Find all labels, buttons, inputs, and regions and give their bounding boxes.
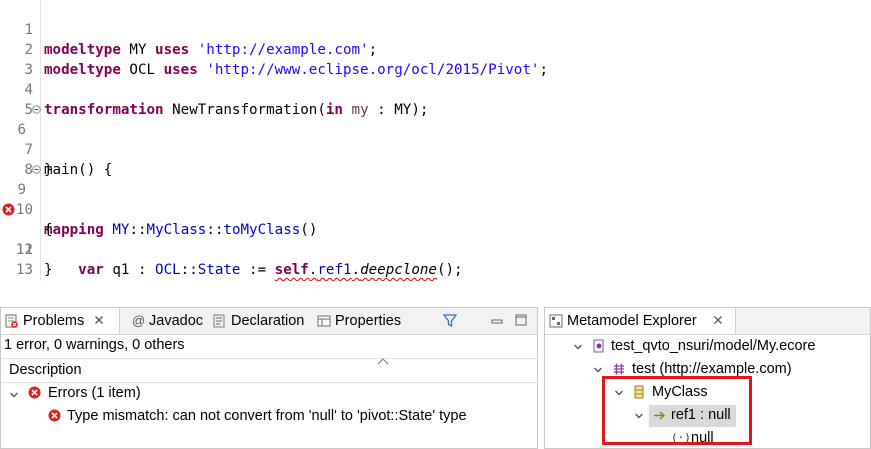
chevron-down-icon[interactable] <box>593 365 603 375</box>
tab-javadoc-label[interactable]: Javadoc <box>149 308 203 334</box>
minimize-icon[interactable] <box>490 314 504 328</box>
tab-metamodel-label[interactable]: Metamodel Explorer <box>567 308 697 334</box>
properties-icon <box>317 315 331 327</box>
problems-error-row[interactable]: Type mismatch: can not convert from 'nul… <box>1 406 537 428</box>
maximize-icon[interactable] <box>514 313 528 327</box>
tab-properties[interactable]: Properties <box>315 308 409 334</box>
tab-declaration-label[interactable]: Declaration <box>231 308 304 334</box>
problems-icon <box>5 314 18 328</box>
metamodel-tabbar: Metamodel Explorer <box>545 308 870 335</box>
editor-bottom-margin <box>0 281 871 307</box>
code-line-5[interactable]: 5 <box>0 80 871 118</box>
code-line-13[interactable]: 13 <box>0 240 871 278</box>
code-text[interactable]: } <box>44 260 53 280</box>
highlight-annotation-box <box>602 376 752 445</box>
tree-item-root[interactable]: test_qvto_nsuri/model/My.ecore <box>545 336 870 358</box>
code-line-10[interactable]: 10 { <box>0 180 871 238</box>
fold-collapse-icon[interactable] <box>32 105 41 114</box>
problems-summary: 1 error, 0 warnings, 0 others <box>4 337 185 353</box>
group-label[interactable]: Errors (1 item) <box>48 383 141 403</box>
error-icon <box>48 409 61 422</box>
problems-group-errors[interactable]: Errors (1 item) <box>1 383 537 405</box>
code-line-2[interactable]: 2 modeltype OCL uses 'http://www.eclipse… <box>0 20 871 78</box>
problems-view: Problems @ Javadoc Declaration Propertie… <box>0 307 538 449</box>
line-number: 13 <box>15 262 33 278</box>
code-line-12[interactable]: 12 } <box>0 220 871 278</box>
metamodel-explorer-icon <box>549 314 563 328</box>
error-marker-icon[interactable] <box>2 203 15 216</box>
code-line-7[interactable]: 7 } <box>0 120 871 178</box>
code-line-1[interactable]: 1 modeltype MY uses 'http://example.com'… <box>0 0 871 58</box>
column-header-description[interactable]: Description <box>9 360 82 380</box>
tab-javadoc[interactable]: @ Javadoc <box>129 308 209 334</box>
javadoc-icon: @ <box>132 313 146 328</box>
code-line-4[interactable]: 4 transformation NewTransformation(in my… <box>0 60 871 118</box>
code-line-11[interactable]: 11 var q1 : OCL::State := self.ref1.deep… <box>0 200 871 278</box>
sort-arrow-icon <box>377 358 389 365</box>
close-icon[interactable] <box>713 315 723 325</box>
tab-problems[interactable]: Problems <box>1 308 120 334</box>
tab-properties-label[interactable]: Properties <box>335 308 401 334</box>
tab-metamodel-explorer[interactable]: Metamodel Explorer <box>545 308 736 334</box>
code-text[interactable]: var q1 : OCL::State := self.ref1.deepclo… <box>44 260 462 280</box>
error-icon <box>28 386 41 399</box>
declaration-icon <box>213 314 225 328</box>
fold-collapse-icon[interactable] <box>32 165 41 174</box>
problems-tabbar: Problems @ Javadoc Declaration Propertie… <box>1 308 537 335</box>
tab-declaration[interactable]: Declaration <box>210 308 314 334</box>
close-icon[interactable] <box>94 315 104 325</box>
code-line-8[interactable]: 8 <box>0 140 871 178</box>
code-line-3[interactable]: 3 <box>0 40 871 78</box>
chevron-down-icon[interactable] <box>9 390 19 400</box>
code-line-9[interactable]: 9 mapping MY::MyClass::toMyClass() <box>0 160 871 238</box>
code-editor[interactable]: 1 modeltype MY uses 'http://example.com'… <box>0 0 871 281</box>
tree-label-root[interactable]: test_qvto_nsuri/model/My.ecore <box>611 336 815 356</box>
error-squiggle[interactable]: self.ref1.deepclone <box>275 262 437 278</box>
ecore-file-icon <box>593 339 604 353</box>
error-message[interactable]: Type mismatch: can not convert from 'nul… <box>67 406 467 426</box>
chevron-down-icon[interactable] <box>573 342 583 352</box>
filter-icon[interactable] <box>442 313 458 329</box>
package-icon <box>614 363 624 375</box>
code-line-6[interactable]: 6 main() { <box>0 100 871 178</box>
problems-table-header[interactable]: Description <box>1 358 537 383</box>
tab-problems-label[interactable]: Problems <box>23 308 84 334</box>
